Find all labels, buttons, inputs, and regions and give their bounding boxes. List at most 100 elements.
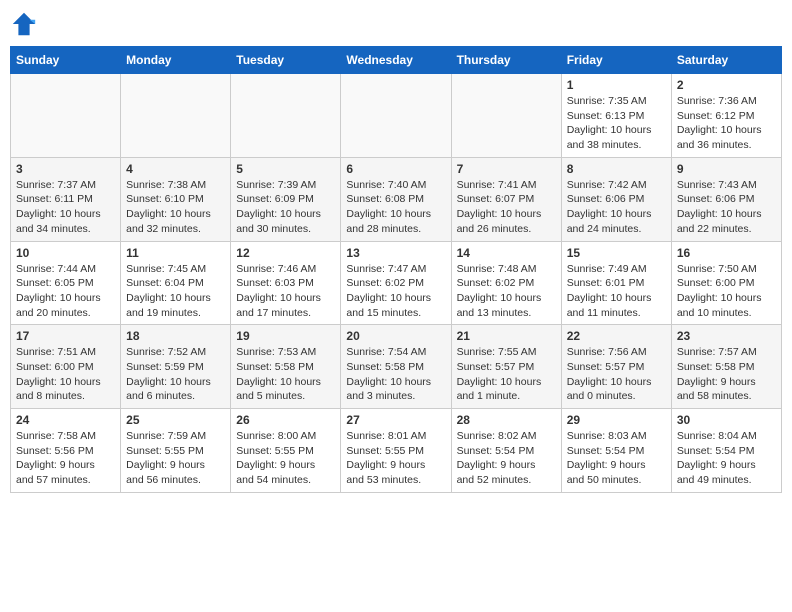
calendar-cell: 20 Sunrise: 7:54 AM Sunset: 5:58 PM Dayli… <box>341 325 451 409</box>
calendar-cell: 21 Sunrise: 7:55 AM Sunset: 5:57 PM Dayli… <box>451 325 561 409</box>
day-number: 15 <box>567 246 666 260</box>
day-info: Sunrise: 7:55 AM Sunset: 5:57 PM Dayligh… <box>457 345 556 404</box>
day-number: 24 <box>16 413 115 427</box>
column-header-friday: Friday <box>561 47 671 74</box>
calendar-cell: 19 Sunrise: 7:53 AM Sunset: 5:58 PM Dayli… <box>231 325 341 409</box>
day-info: Sunrise: 7:52 AM Sunset: 5:59 PM Dayligh… <box>126 345 225 404</box>
day-info: Sunrise: 7:36 AM Sunset: 6:12 PM Dayligh… <box>677 94 776 153</box>
logo-icon <box>10 10 38 38</box>
calendar-cell: 1Sunrise: 7:35 AM Sunset: 6:13 PM Daylig… <box>561 74 671 158</box>
calendar-week-2: 3 Sunrise: 7:37 AM Sunset: 6:11 PM Daylig… <box>11 157 782 241</box>
calendar-cell: 10 Sunrise: 7:44 AM Sunset: 6:05 PM Dayli… <box>11 241 121 325</box>
day-number: 7 <box>457 162 556 176</box>
day-number: 22 <box>567 329 666 343</box>
day-info: Sunrise: 8:03 AM Sunset: 5:54 PM Dayligh… <box>567 429 666 488</box>
column-header-monday: Monday <box>121 47 231 74</box>
calendar-week-4: 17 Sunrise: 7:51 AM Sunset: 6:00 PM Dayli… <box>11 325 782 409</box>
day-number: 27 <box>346 413 445 427</box>
day-info: Sunrise: 7:37 AM Sunset: 6:11 PM Dayligh… <box>16 178 115 237</box>
day-number: 28 <box>457 413 556 427</box>
day-number: 26 <box>236 413 335 427</box>
day-number: 19 <box>236 329 335 343</box>
column-header-saturday: Saturday <box>671 47 781 74</box>
calendar-cell: 24 Sunrise: 7:58 AM Sunset: 5:56 PM Dayli… <box>11 409 121 493</box>
calendar-cell: 18 Sunrise: 7:52 AM Sunset: 5:59 PM Dayli… <box>121 325 231 409</box>
day-number: 13 <box>346 246 445 260</box>
column-header-tuesday: Tuesday <box>231 47 341 74</box>
calendar-cell: 5 Sunrise: 7:39 AM Sunset: 6:09 PM Daylig… <box>231 157 341 241</box>
day-number: 17 <box>16 329 115 343</box>
calendar-cell: 16 Sunrise: 7:50 AM Sunset: 6:00 PM Dayli… <box>671 241 781 325</box>
day-info: Sunrise: 7:39 AM Sunset: 6:09 PM Dayligh… <box>236 178 335 237</box>
page-header <box>10 10 782 38</box>
day-info: Sunrise: 7:43 AM Sunset: 6:06 PM Dayligh… <box>677 178 776 237</box>
day-number: 1 <box>567 78 666 92</box>
calendar-cell <box>231 74 341 158</box>
day-info: Sunrise: 7:53 AM Sunset: 5:58 PM Dayligh… <box>236 345 335 404</box>
day-info: Sunrise: 7:56 AM Sunset: 5:57 PM Dayligh… <box>567 345 666 404</box>
calendar-cell: 14 Sunrise: 7:48 AM Sunset: 6:02 PM Dayli… <box>451 241 561 325</box>
calendar-cell <box>11 74 121 158</box>
day-info: Sunrise: 7:41 AM Sunset: 6:07 PM Dayligh… <box>457 178 556 237</box>
calendar-cell: 27 Sunrise: 8:01 AM Sunset: 5:55 PM Dayli… <box>341 409 451 493</box>
day-info: Sunrise: 7:49 AM Sunset: 6:01 PM Dayligh… <box>567 262 666 321</box>
day-info: Sunrise: 7:54 AM Sunset: 5:58 PM Dayligh… <box>346 345 445 404</box>
day-info: Sunrise: 7:40 AM Sunset: 6:08 PM Dayligh… <box>346 178 445 237</box>
calendar-cell: 25Sunrise: 7:59 AM Sunset: 5:55 PM Dayli… <box>121 409 231 493</box>
calendar-week-3: 10 Sunrise: 7:44 AM Sunset: 6:05 PM Dayli… <box>11 241 782 325</box>
day-number: 20 <box>346 329 445 343</box>
calendar-cell: 23 Sunrise: 7:57 AM Sunset: 5:58 PM Dayli… <box>671 325 781 409</box>
day-number: 21 <box>457 329 556 343</box>
day-number: 8 <box>567 162 666 176</box>
calendar-cell: 8 Sunrise: 7:42 AM Sunset: 6:06 PM Daylig… <box>561 157 671 241</box>
day-number: 23 <box>677 329 776 343</box>
day-number: 18 <box>126 329 225 343</box>
column-header-thursday: Thursday <box>451 47 561 74</box>
day-number: 5 <box>236 162 335 176</box>
day-info: Sunrise: 8:02 AM Sunset: 5:54 PM Dayligh… <box>457 429 556 488</box>
calendar-cell: 22 Sunrise: 7:56 AM Sunset: 5:57 PM Dayli… <box>561 325 671 409</box>
calendar-cell <box>341 74 451 158</box>
day-info: Sunrise: 7:57 AM Sunset: 5:58 PM Dayligh… <box>677 345 776 404</box>
day-number: 14 <box>457 246 556 260</box>
calendar-cell: 9 Sunrise: 7:43 AM Sunset: 6:06 PM Daylig… <box>671 157 781 241</box>
column-header-wednesday: Wednesday <box>341 47 451 74</box>
day-number: 11 <box>126 246 225 260</box>
calendar-cell: 30 Sunrise: 8:04 AM Sunset: 5:54 PM Dayli… <box>671 409 781 493</box>
day-info: Sunrise: 7:47 AM Sunset: 6:02 PM Dayligh… <box>346 262 445 321</box>
calendar-cell: 6 Sunrise: 7:40 AM Sunset: 6:08 PM Daylig… <box>341 157 451 241</box>
day-info: Sunrise: 7:51 AM Sunset: 6:00 PM Dayligh… <box>16 345 115 404</box>
day-info: Sunrise: 7:44 AM Sunset: 6:05 PM Dayligh… <box>16 262 115 321</box>
day-info: Sunrise: 7:48 AM Sunset: 6:02 PM Dayligh… <box>457 262 556 321</box>
day-info: Sunrise: 7:42 AM Sunset: 6:06 PM Dayligh… <box>567 178 666 237</box>
day-number: 3 <box>16 162 115 176</box>
day-number: 10 <box>16 246 115 260</box>
day-info: Sunrise: 8:00 AM Sunset: 5:55 PM Dayligh… <box>236 429 335 488</box>
day-info: Sunrise: 7:45 AM Sunset: 6:04 PM Dayligh… <box>126 262 225 321</box>
calendar-cell: 29 Sunrise: 8:03 AM Sunset: 5:54 PM Dayli… <box>561 409 671 493</box>
day-number: 29 <box>567 413 666 427</box>
day-number: 9 <box>677 162 776 176</box>
calendar-cell: 17 Sunrise: 7:51 AM Sunset: 6:00 PM Dayli… <box>11 325 121 409</box>
calendar-week-1: 1Sunrise: 7:35 AM Sunset: 6:13 PM Daylig… <box>11 74 782 158</box>
day-number: 2 <box>677 78 776 92</box>
calendar-cell: 4 Sunrise: 7:38 AM Sunset: 6:10 PM Daylig… <box>121 157 231 241</box>
calendar-cell: 13 Sunrise: 7:47 AM Sunset: 6:02 PM Dayli… <box>341 241 451 325</box>
calendar-cell <box>121 74 231 158</box>
calendar-cell: 15 Sunrise: 7:49 AM Sunset: 6:01 PM Dayli… <box>561 241 671 325</box>
day-info: Sunrise: 8:04 AM Sunset: 5:54 PM Dayligh… <box>677 429 776 488</box>
day-number: 30 <box>677 413 776 427</box>
day-info: Sunrise: 7:38 AM Sunset: 6:10 PM Dayligh… <box>126 178 225 237</box>
day-number: 16 <box>677 246 776 260</box>
column-header-sunday: Sunday <box>11 47 121 74</box>
day-info: Sunrise: 7:50 AM Sunset: 6:00 PM Dayligh… <box>677 262 776 321</box>
day-info: Sunrise: 8:01 AM Sunset: 5:55 PM Dayligh… <box>346 429 445 488</box>
day-number: 6 <box>346 162 445 176</box>
calendar-cell: 11 Sunrise: 7:45 AM Sunset: 6:04 PM Dayli… <box>121 241 231 325</box>
day-info: Sunrise: 7:46 AM Sunset: 6:03 PM Dayligh… <box>236 262 335 321</box>
day-number: 25 <box>126 413 225 427</box>
day-number: 4 <box>126 162 225 176</box>
day-number: 12 <box>236 246 335 260</box>
day-info: Sunrise: 7:58 AM Sunset: 5:56 PM Dayligh… <box>16 429 115 488</box>
calendar-cell: 2 Sunrise: 7:36 AM Sunset: 6:12 PM Daylig… <box>671 74 781 158</box>
